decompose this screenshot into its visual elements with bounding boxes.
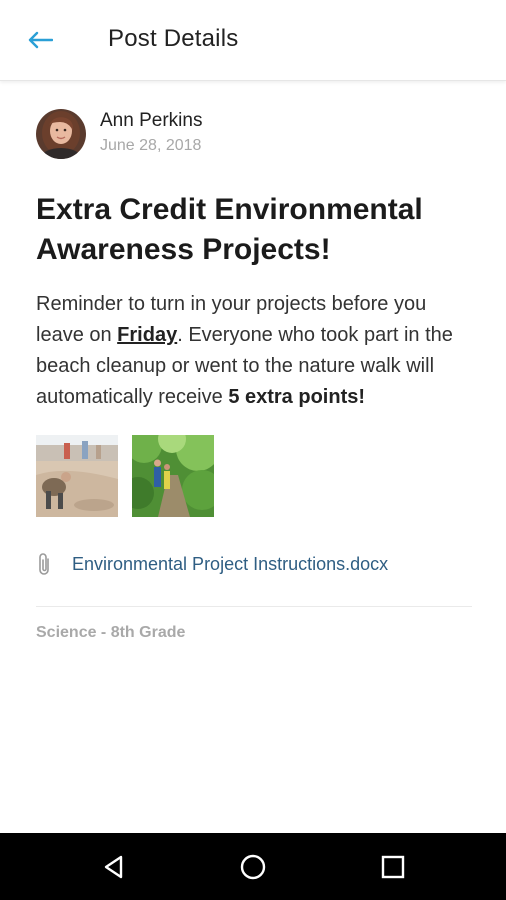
paperclip-icon	[36, 548, 62, 580]
back-button[interactable]	[22, 26, 58, 54]
post-body-bold: 5 extra points!	[228, 386, 366, 408]
square-recents-icon	[381, 855, 405, 879]
circle-home-icon	[240, 854, 266, 880]
app-bar: Post Details	[0, 0, 506, 81]
system-recents-button[interactable]	[373, 847, 413, 887]
image-thumbnail-nature-walk[interactable]	[132, 435, 214, 517]
system-home-button[interactable]	[233, 847, 273, 887]
post-body-underlined: Friday	[117, 324, 178, 346]
author-name: Ann Perkins	[100, 110, 203, 131]
attachment-link[interactable]: Environmental Project Instructions.docx	[36, 548, 388, 580]
attachment-name: Environmental Project Instructions.docx	[72, 553, 389, 574]
avatar-image	[36, 109, 86, 159]
system-back-button[interactable]	[94, 847, 134, 887]
triangle-back-icon	[104, 855, 123, 879]
avatar[interactable]	[36, 109, 86, 159]
post-category: Science - 8th Grade	[36, 624, 186, 641]
post-title: Extra Credit Environmental Awareness Pro…	[36, 193, 423, 266]
post-body: Reminder to turn in your projects before…	[36, 289, 476, 413]
image-thumbnail-beach[interactable]	[36, 435, 118, 517]
post-author: Ann Perkins June 28, 2018	[36, 106, 202, 162]
image-gallery	[36, 435, 214, 517]
page-title: Post Details	[108, 25, 239, 52]
system-navigation-bar	[0, 833, 506, 900]
arrow-left-icon	[28, 31, 53, 49]
divider	[36, 606, 472, 607]
post-date: June 28, 2018	[100, 137, 202, 154]
